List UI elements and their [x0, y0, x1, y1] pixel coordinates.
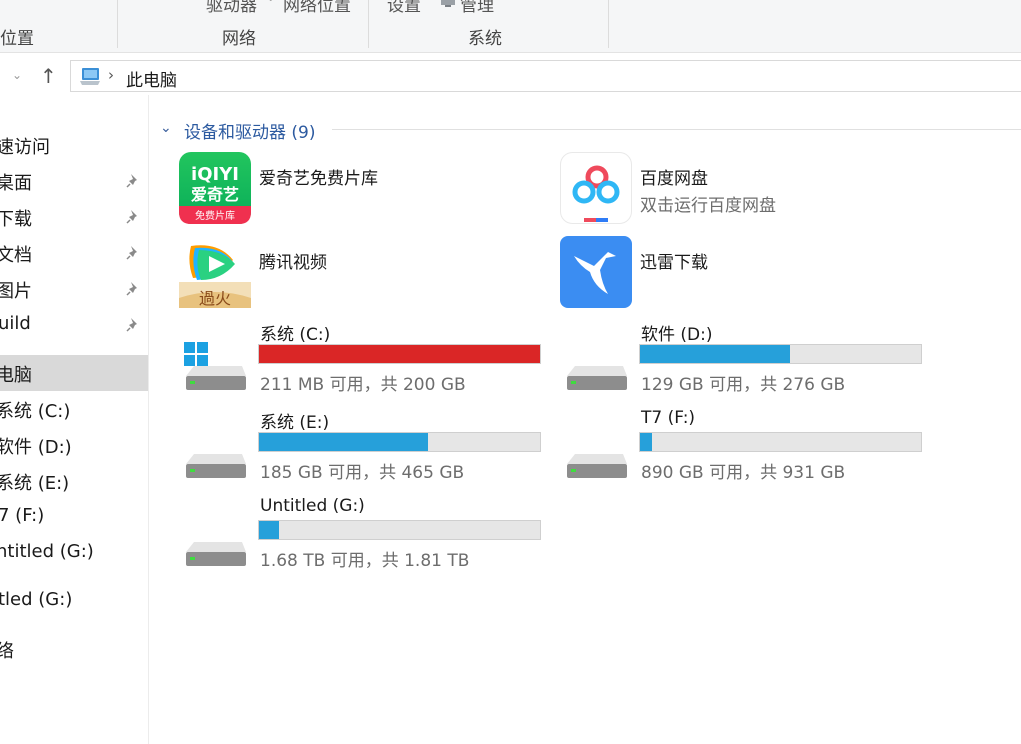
drive-usage-bar [639, 432, 922, 452]
breadcrumb-this-pc[interactable]: 此电脑 [126, 66, 177, 91]
address-bar[interactable]: › 此电脑 [70, 60, 1021, 92]
ribbon-group-network: 网络 [222, 29, 256, 49]
drive-name: 软件 (D:) [641, 325, 713, 345]
ribbon-group-system: 系统 [468, 29, 502, 49]
hard-drive-icon [186, 454, 246, 478]
computer-icon [80, 68, 100, 85]
app-title: 爱奇艺免费片库 [259, 169, 378, 189]
drive-f[interactable]: T7 (F:) 890 GB 可用，共 931 GB [561, 408, 922, 490]
svg-text:iQIYI: iQIYI [191, 164, 239, 185]
collapse-chevron-icon[interactable]: ⌄ [160, 120, 172, 136]
breadcrumb-chevron-icon[interactable]: › [108, 66, 114, 84]
ribbon-separator [608, 0, 609, 48]
drive-usage-fill [259, 345, 540, 363]
pin-icon[interactable] [124, 208, 142, 226]
hard-drive-icon [567, 366, 627, 390]
nav-desktop[interactable]: 桌面 [0, 163, 148, 199]
ribbon-manage[interactable]: 管理 [460, 0, 494, 16]
drive-free-space: 1.68 TB 可用，共 1.81 TB [260, 551, 470, 571]
ribbon-map-drive[interactable]: 驱动器 [206, 0, 257, 16]
nav-this-pc[interactable]: 电脑 [0, 355, 148, 391]
xunlei-bird-icon [560, 236, 632, 308]
drive-c[interactable]: 系统 (C:) 211 MB 可用，共 200 GB [180, 320, 541, 402]
drive-free-space: 890 GB 可用，共 931 GB [641, 463, 846, 483]
ribbon-add-network-location[interactable]: 网络位置 [283, 0, 351, 16]
drive-usage-bar [639, 344, 922, 364]
drive-name: 系统 (C:) [260, 325, 331, 345]
app-baidu-netdisk[interactable]: 百度网盘 双击运行百度网盘 [560, 152, 860, 224]
ribbon-group-location: 位置 [0, 29, 34, 49]
svg-text:爱奇艺: 爱奇艺 [191, 185, 239, 204]
nav-drive-g[interactable]: ntitled (G:) [0, 535, 148, 571]
hard-drive-icon [186, 542, 246, 566]
nav-pictures[interactable]: 图片 [0, 271, 148, 307]
app-iqiyi[interactable]: iQIYI 爱奇艺 免费片库 爱奇艺免费片库 [179, 152, 479, 224]
nav-drive-e[interactable]: 系统 (E:) [0, 463, 148, 499]
drive-g[interactable]: Untitled (G:) 1.68 TB 可用，共 1.81 TB [180, 496, 541, 578]
manage-icon [441, 0, 455, 7]
nav-quick-access[interactable]: 速访问 [0, 127, 148, 163]
drive-usage-fill [259, 521, 280, 539]
pin-icon[interactable] [124, 172, 142, 190]
app-subtitle: 双击运行百度网盘 [640, 196, 776, 216]
iqiyi-logo-icon: iQIYI 爱奇艺 免费片库 [179, 152, 251, 224]
app-xunlei[interactable]: 迅雷下载 [560, 236, 860, 308]
nav-network[interactable]: 络 [0, 631, 148, 667]
ribbon-dot: · [268, 0, 274, 11]
app-title: 迅雷下载 [640, 253, 708, 273]
app-title: 百度网盘 [640, 169, 708, 189]
baidu-netdisk-icon [560, 152, 632, 224]
drive-usage-bar [258, 344, 541, 364]
ribbon-separator [368, 0, 369, 48]
pin-icon[interactable] [124, 316, 142, 334]
drive-name: T7 (F:) [641, 408, 696, 428]
recent-locations-chevron-icon[interactable]: ⌄ [12, 68, 22, 82]
nav-drive-g-device[interactable]: tled (G:) [0, 583, 148, 619]
ribbon-separator [117, 0, 118, 48]
nav-documents[interactable]: 文档 [0, 235, 148, 271]
nav-build[interactable]: uild [0, 307, 148, 343]
drive-usage-fill [259, 433, 429, 451]
drive-e[interactable]: 系统 (E:) 185 GB 可用，共 465 GB [180, 408, 541, 490]
nav-drive-c[interactable]: 系统 (C:) [0, 391, 148, 427]
ribbon: 驱动器 · 网络位置 设置 管理 位置 网络 系统 [0, 0, 1021, 53]
drive-d[interactable]: 软件 (D:) 129 GB 可用，共 276 GB [561, 320, 922, 402]
svg-text:過火: 過火 [199, 289, 231, 308]
windows-drive-icon [184, 342, 246, 390]
hard-drive-icon [567, 454, 627, 478]
navigation-pane: 速访问 桌面 下载 文档 图片 uild 电脑 系统 (C:) 软件 (D:) … [0, 95, 149, 744]
drive-free-space: 211 MB 可用，共 200 GB [260, 375, 466, 395]
pin-icon[interactable] [124, 244, 142, 262]
drive-name: 系统 (E:) [260, 413, 330, 433]
up-arrow-icon[interactable]: ↑ [40, 64, 57, 88]
drive-name: Untitled (G:) [260, 496, 365, 516]
drive-usage-fill [640, 433, 653, 451]
drive-free-space: 185 GB 可用，共 465 GB [260, 463, 465, 483]
nav-downloads[interactable]: 下载 [0, 199, 148, 235]
tencent-video-icon: 過火 [179, 236, 251, 308]
ribbon-settings[interactable]: 设置 [387, 0, 421, 16]
nav-drive-d[interactable]: 软件 (D:) [0, 427, 148, 463]
group-divider [332, 129, 1021, 130]
nav-drive-f[interactable]: 7 (F:) [0, 499, 148, 535]
group-title: 设备和驱动器 (9) [184, 123, 316, 143]
app-tencent-video[interactable]: 過火 腾讯视频 [179, 236, 479, 308]
drive-free-space: 129 GB 可用，共 276 GB [641, 375, 846, 395]
drive-usage-bar [258, 432, 541, 452]
drive-usage-fill [640, 345, 790, 363]
app-title: 腾讯视频 [259, 253, 327, 273]
drive-usage-bar [258, 520, 541, 540]
svg-text:免费片库: 免费片库 [195, 209, 235, 222]
pin-icon[interactable] [124, 280, 142, 298]
